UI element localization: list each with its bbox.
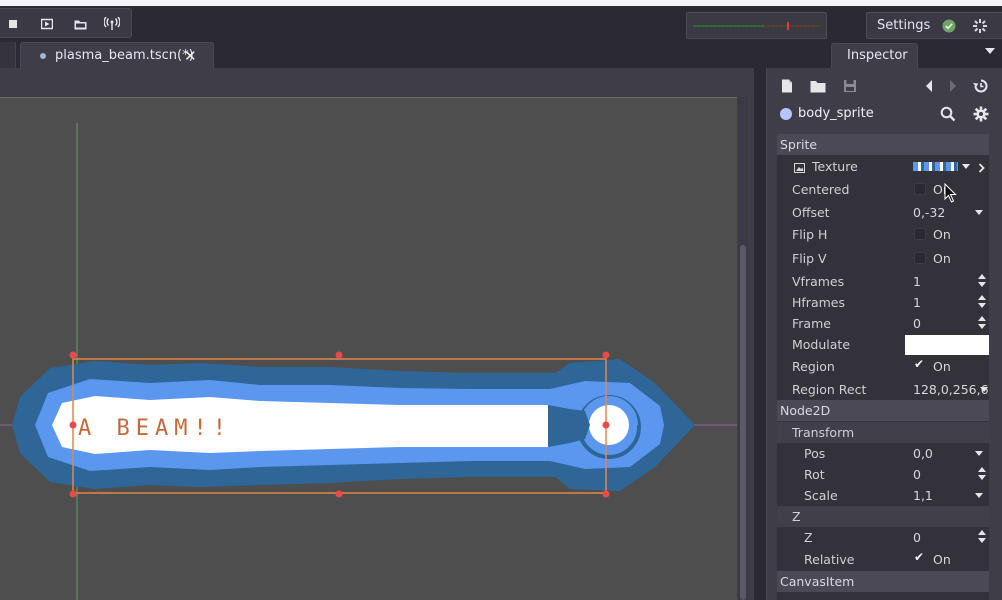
prop-frame[interactable]: Frame 0 [777, 313, 989, 334]
inspector-tab-label: Inspector [847, 48, 908, 63]
flip-v-checkbox[interactable] [914, 252, 926, 264]
prop-flip-v[interactable]: Flip V On [777, 248, 989, 269]
pos-dropdown-icon[interactable] [975, 451, 983, 456]
section-canvasitem[interactable]: CanvasItem [777, 571, 989, 592]
frame-spinner-icon[interactable] [978, 316, 986, 330]
flip-h-checkbox[interactable] [914, 228, 926, 240]
prop-texture[interactable]: Texture [777, 156, 989, 177]
vframes-spinner-icon[interactable] [978, 274, 986, 288]
prop-rot[interactable]: Rot 0 [777, 464, 989, 485]
search-icon[interactable] [939, 105, 957, 123]
z-spinner-icon[interactable] [978, 530, 986, 544]
prop-offset[interactable]: Offset 0,-32 [777, 202, 989, 223]
rot-spinner-icon[interactable] [978, 467, 986, 481]
pos-value[interactable]: 0,0 [913, 446, 933, 461]
hframes-value[interactable]: 1 [913, 295, 921, 310]
scale-dropdown-icon[interactable] [975, 493, 983, 498]
canvas-viewport[interactable]: A BEAM!! [0, 97, 737, 600]
tab-inspector[interactable]: Inspector [831, 43, 918, 68]
subsection-z[interactable]: Z [777, 506, 989, 527]
new-resource-icon[interactable] [778, 77, 796, 95]
offset-dropdown-icon[interactable] [975, 210, 983, 215]
texture-dropdown-icon[interactable] [962, 164, 970, 169]
remote-debug-icon[interactable] [103, 15, 121, 33]
prop-flip-h[interactable]: Flip H On [777, 224, 989, 245]
prop-vframes[interactable]: Vframes 1 [777, 271, 989, 292]
load-resource-icon[interactable] [809, 77, 827, 95]
scale-value[interactable]: 1,1 [913, 488, 933, 503]
settings-panel: Settings [866, 12, 1002, 39]
relative-checkbox[interactable] [914, 550, 926, 565]
tab-plasma-beam[interactable]: plasma_beam.tscn(*) ✕ [20, 42, 214, 69]
region-rect-value[interactable]: 128,0,256,6 [913, 382, 989, 397]
prop-scale[interactable]: Scale 1,1 [777, 485, 989, 506]
chevron-right-icon[interactable] [978, 161, 985, 176]
subsection-transform[interactable]: Transform [777, 422, 989, 443]
save-resource-icon[interactable] [841, 77, 859, 95]
stop-icon[interactable] [4, 15, 22, 33]
gear-icon[interactable] [972, 105, 990, 123]
close-tab-icon[interactable]: ✕ [184, 47, 197, 65]
rot-value[interactable]: 0 [913, 467, 921, 482]
section-sprite[interactable]: Sprite [777, 134, 989, 155]
prop-region[interactable]: Region On [777, 356, 989, 377]
update-status-icon [942, 19, 956, 36]
play-scene-icon[interactable] [38, 15, 56, 33]
mouse-cursor-icon [944, 182, 958, 205]
scrollbar-thumb[interactable] [740, 245, 746, 600]
texture-icon [794, 161, 805, 176]
prop-region-rect[interactable]: Region Rect 128,0,256,6 [777, 379, 989, 400]
sprite-text: A BEAM!! [78, 416, 232, 441]
prop-pos[interactable]: Pos 0,0 [777, 443, 989, 464]
tab-previous-scene[interactable] [0, 42, 16, 68]
region-rect-dropdown-icon[interactable] [980, 387, 988, 392]
spinner-icon[interactable] [972, 18, 988, 37]
scene-tabs: plasma_beam.tscn(*) ✕ [0, 42, 760, 69]
vframes-value[interactable]: 1 [913, 274, 921, 289]
history-forward-icon[interactable] [944, 77, 962, 95]
inspector-menu-arrow-icon[interactable] [985, 48, 995, 54]
z-value[interactable]: 0 [913, 530, 921, 545]
settings-button[interactable]: Settings [877, 18, 930, 33]
history-back-icon[interactable] [920, 77, 938, 95]
audio-meter [686, 12, 827, 39]
prop-modulate[interactable]: Modulate [777, 334, 989, 355]
sprite-node-icon [780, 108, 792, 120]
prop-hframes[interactable]: Hframes 1 [777, 292, 989, 313]
tab-label: plasma_beam.tscn(*) [55, 48, 194, 63]
frame-value[interactable]: 0 [913, 316, 921, 331]
open-folder-icon[interactable] [71, 15, 89, 33]
offset-value[interactable]: 0,-32 [913, 205, 945, 220]
section-node2d[interactable]: Node2D [777, 400, 989, 421]
region-checkbox[interactable] [914, 357, 926, 372]
modulate-color-swatch[interactable] [905, 335, 989, 355]
history-icon[interactable] [972, 77, 990, 95]
play-controls [0, 8, 132, 38]
texture-preview[interactable] [913, 162, 958, 171]
hframes-spinner-icon[interactable] [978, 295, 986, 309]
prop-relative[interactable]: Relative On [777, 549, 989, 570]
object-name: body_sprite [798, 106, 874, 121]
top-bar [0, 6, 1002, 42]
unsaved-dot-icon [40, 53, 46, 59]
prop-z[interactable]: Z 0 [777, 527, 989, 548]
centered-checkbox[interactable] [914, 183, 926, 195]
